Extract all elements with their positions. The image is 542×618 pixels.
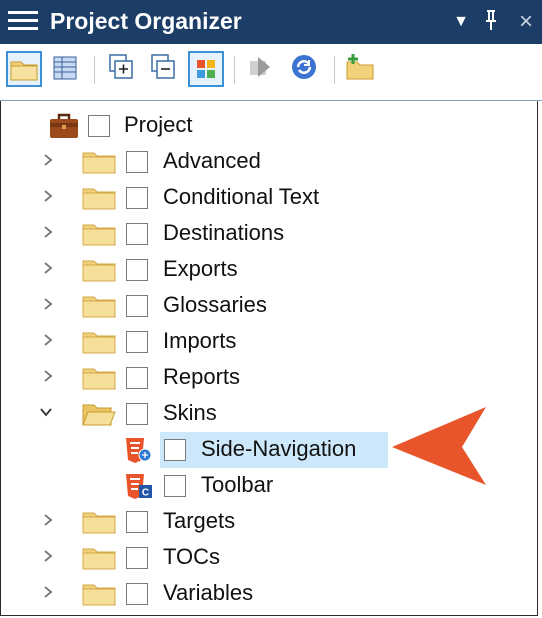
checkbox[interactable] [126,547,148,569]
forward-icon[interactable] [244,51,280,87]
folder-icon [82,260,116,282]
tree-item-conditional-text[interactable]: Conditional Text [0,180,540,216]
grid-view-icon[interactable] [48,51,84,87]
checkbox[interactable] [164,475,186,497]
tree-item-label: Exports [163,256,238,281]
tree-item-label: Skins [163,400,217,425]
tree-item-imports[interactable]: Imports [0,324,540,360]
tree-item-reports[interactable]: Reports [0,360,540,396]
hamburger-icon[interactable] [8,8,38,36]
folder-icon [82,224,116,246]
show-colors-icon[interactable] [188,51,224,87]
folder-icon [82,584,116,606]
tree-item-glossaries[interactable]: Glossaries [0,288,540,324]
folder-icon [82,188,116,210]
checkbox[interactable] [126,511,148,533]
expand-all-icon[interactable] [104,51,140,87]
checkbox[interactable] [126,367,148,389]
tree-item-label: Advanced [163,148,261,173]
panel-title: Project Organizer [50,8,242,34]
folder-icon [82,332,116,354]
tree-item-destinations[interactable]: Destinations [0,216,540,252]
chevron-down-icon[interactable] [38,404,54,420]
checkbox[interactable] [126,295,148,317]
tree-item-label: Imports [163,328,237,353]
tree-item-label: Project [124,112,193,137]
folder-icon [82,368,116,390]
toolbar [0,44,542,101]
collapse-all-icon[interactable] [146,51,182,87]
checkbox[interactable] [88,115,110,137]
close-icon[interactable]: × [516,7,536,37]
checkbox[interactable] [164,439,186,461]
tree-item-label: Targets [163,508,236,533]
checkbox[interactable] [126,259,148,281]
tree-item-exports[interactable]: Exports [0,252,540,288]
new-folder-icon[interactable] [344,51,380,87]
open-folder-icon[interactable] [6,51,42,87]
folder-icon [82,512,116,534]
chevron-right-icon[interactable] [40,584,56,600]
chevron-right-icon[interactable] [40,368,56,384]
tree-item-label: Side-Navigation [201,436,357,461]
tree-item-label: Variables [163,580,254,605]
chevron-right-icon[interactable] [40,512,56,528]
tree-item-tocs[interactable]: TOCs [0,540,540,576]
checkbox[interactable] [126,403,148,425]
tree-item-label: TOCs [163,544,221,569]
tree-item-targets[interactable]: Targets [0,504,540,540]
chevron-right-icon[interactable] [40,548,56,564]
checkbox[interactable] [126,151,148,173]
refresh-icon[interactable] [288,51,324,87]
tree-item-label: Reports [163,364,241,389]
html5-css-skin-icon: C [126,474,152,499]
chevron-right-icon[interactable] [40,224,56,240]
briefcase-icon [50,113,78,138]
dropdown-arrow-icon[interactable]: ▼ [452,7,470,37]
tree-root-project[interactable]: Project [0,108,540,144]
callout-arrow-icon [392,407,486,485]
tree-item-label: Toolbar [201,472,274,497]
checkbox[interactable] [126,187,148,209]
folder-icon [82,548,116,570]
html5-skin-icon [126,438,152,463]
chevron-right-icon[interactable] [40,188,56,204]
folder-icon [82,152,116,174]
pin-icon[interactable] [482,7,500,41]
tree-item-variables[interactable]: Variables [0,576,540,612]
tree-item-label: Conditional Text [163,184,320,209]
tree-item-label: Destinations [163,220,285,245]
checkbox[interactable] [126,583,148,605]
chevron-right-icon[interactable] [40,260,56,276]
checkbox[interactable] [126,331,148,353]
folder-icon [82,296,116,318]
svg-text:C: C [142,488,149,499]
checkbox[interactable] [126,223,148,245]
chevron-right-icon[interactable] [40,152,56,168]
tree-item-label: Glossaries [163,292,267,317]
panel-title-bar: Project Organizer ▼ × [0,0,542,44]
chevron-right-icon[interactable] [40,332,56,348]
tree-item-advanced[interactable]: Advanced [0,144,540,180]
chevron-right-icon[interactable] [40,296,56,312]
open-folder-icon [82,404,116,426]
